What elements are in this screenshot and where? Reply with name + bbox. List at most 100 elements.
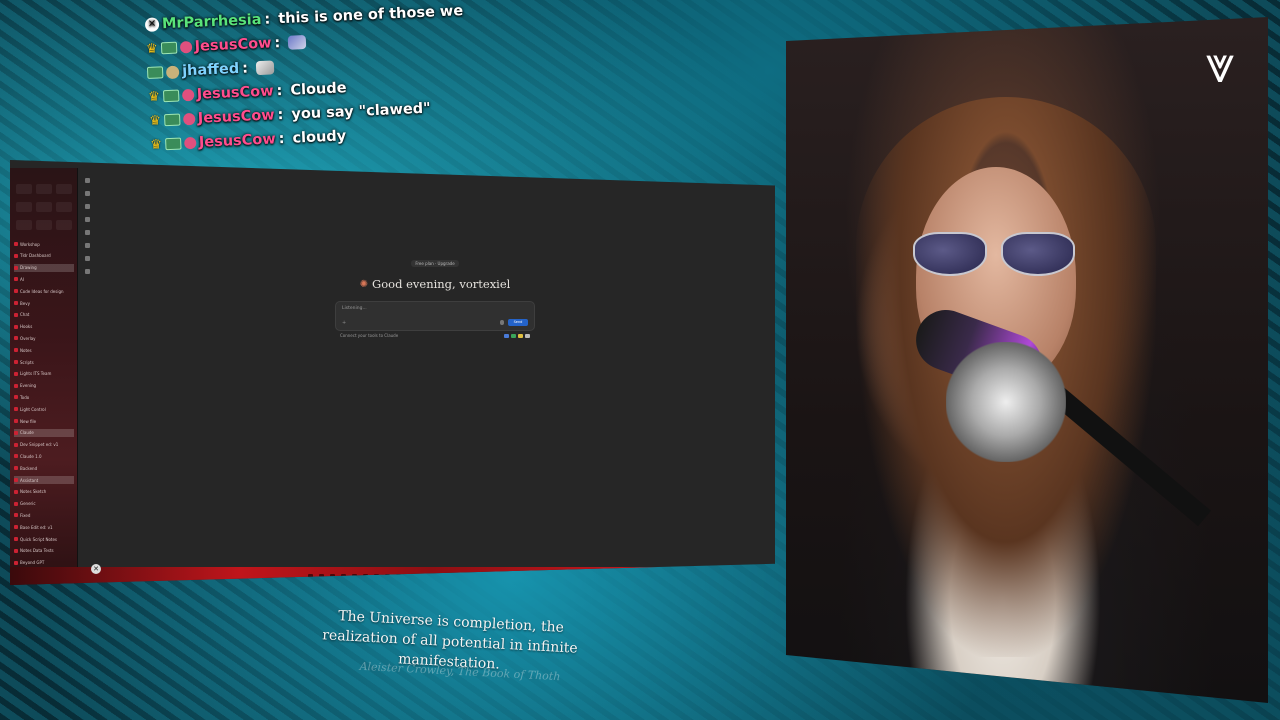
sidebar-item-icon [14,466,18,471]
sidebar-item-label: Notes Data Tests [20,548,54,554]
sidebar-item-label: Notes Sketch [20,489,47,495]
sub-badge-icon [164,137,182,151]
sidebar-item-label: Quick Script Notes [20,536,58,542]
sidebar-item-label: Scripts [20,359,34,365]
heart-badge-icon [183,136,197,150]
taskbar-icon[interactable] [374,573,380,579]
send-button[interactable]: Send [508,319,528,326]
sidebar-item[interactable]: Bevy [14,299,74,307]
sidebar-item-icon [14,419,18,423]
silver-bow [946,342,1066,462]
sub-badge-icon [160,41,178,55]
sidebar-item[interactable]: Backend [14,464,74,472]
taskbar-icon[interactable] [407,573,413,579]
crown-badge-icon: ♛ [147,88,161,105]
sidebar-item[interactable]: Dev Snippet ed: v1 [14,441,74,449]
sidebar-item[interactable]: Assistant [14,476,74,484]
sidebar-item[interactable]: Notes [14,346,74,354]
plan-pill[interactable]: Free plan · Upgrade [411,260,459,267]
sidebar-item[interactable]: Workshop [14,240,74,248]
sidebar-item[interactable]: Fixed [14,511,74,519]
sidebar-item[interactable]: Hooks [14,323,74,331]
taskbar-icon[interactable] [352,573,358,579]
sidebar-item-icon [14,395,18,400]
taskbar-icon[interactable] [330,573,336,579]
sidebar-item-label: Drawing [20,265,37,271]
sidebar-item-icon [14,371,18,376]
sidebar-item-icon [14,454,18,459]
taskbar-icon[interactable] [385,573,391,579]
sidebar-item[interactable]: Base Edit ed: v1 [14,523,74,531]
sidebar-item-icon [14,301,18,305]
connector-icons [504,333,530,338]
close-icon[interactable]: ✕ [91,564,101,574]
sidebar-item[interactable]: Evening [14,382,74,390]
sidebar-item[interactable]: Notes Sketch [14,488,74,496]
rail-icon[interactable] [84,243,90,248]
sidebar-item-icon [14,501,18,506]
rail-icon[interactable] [84,256,90,261]
chat-input[interactable]: Listening... + Send [335,301,535,331]
sidebar-item[interactable]: Scripts [14,358,74,366]
chat-username: JesusCow [197,107,275,127]
chat-message: jhaffed: [146,56,275,84]
sidebar-item-label: Lights ITS Team [20,371,52,377]
sidebar-item-label: Assistant [20,477,39,483]
rail-icon[interactable] [84,269,90,274]
rail-icon[interactable] [84,178,90,183]
sidebar-item[interactable]: Claude 1.0 [14,452,74,460]
taskbar-icon[interactable] [396,573,402,579]
sub-badge-icon [162,89,180,103]
app-sidebar: Workshop Tldr Dashboard Drawing AI Code Idea… [10,168,78,585]
sub-badge-icon [146,66,164,79]
sidebar-item[interactable]: Drawing [14,263,74,272]
greeting-text: Good evening, vortexiel [372,277,511,291]
chat-username: MrParrhesia [161,11,262,33]
sidebar-item[interactable]: AI [14,275,74,283]
rail-icon[interactable] [84,191,90,196]
sidebar-item-icon [14,430,18,435]
sidebar-item-label: AI [20,276,24,282]
taskbar-icon[interactable] [308,573,314,579]
sidebar-item[interactable]: Beyond GPT [14,559,74,567]
sidebar-item[interactable]: Lights ITS Team [14,370,74,378]
sidebar-item-label: Tldr Dashboard [20,253,51,259]
sidebar-item[interactable]: Claude [14,428,74,437]
sidebar-item-icon [14,513,18,518]
sidebar-item-icon [14,525,18,530]
sidebar-item[interactable]: Generic [14,500,74,508]
taskbar-icon[interactable] [341,573,347,579]
sidebar-item-label: Overlay [20,335,36,341]
chat-text: Cloude [290,80,347,99]
taskbar-icon[interactable] [319,573,325,579]
sidebar-item-icon [14,336,18,341]
sidebar-item-icon [14,383,18,388]
rail-icon[interactable] [84,217,90,222]
sidebar-item[interactable]: Todo [14,393,74,401]
chat-username: JesusCow [196,83,274,103]
rail-icon[interactable] [84,230,90,235]
sidebar-item[interactable]: Notes Data Tests [14,547,74,555]
sidebar-item[interactable]: Chat [14,311,74,319]
add-attachment-icon[interactable]: + [342,320,346,326]
sidebar-item[interactable]: Quick Script Notes [14,535,74,543]
sidebar-item-icon [14,489,18,494]
mic-icon[interactable] [500,320,504,325]
sidebar-item-label: Workshop [20,241,40,247]
sidebar-item[interactable]: Code Ideas for design [14,287,74,295]
sidebar-icon-grid [16,184,72,234]
sidebar-item[interactable]: Tldr Dashboard [14,252,74,260]
connector-icon [504,333,509,338]
sidebar-item[interactable]: Light Control [14,405,74,413]
sidebar-item-icon [14,537,18,541]
sidebar-item-icon [14,548,18,553]
sidebar-item[interactable]: New file [14,417,74,425]
rail-icon[interactable] [84,204,90,209]
taskbar-icon[interactable] [363,573,369,579]
connect-tools-row[interactable]: Connect your tools to Claude [340,333,530,338]
sidebar-item[interactable]: Overlay [14,334,74,342]
emote-icon [255,60,275,76]
sidebar-item-label: New file [20,418,37,424]
sidebar-item-icon [14,265,18,270]
connector-icon [518,333,523,338]
